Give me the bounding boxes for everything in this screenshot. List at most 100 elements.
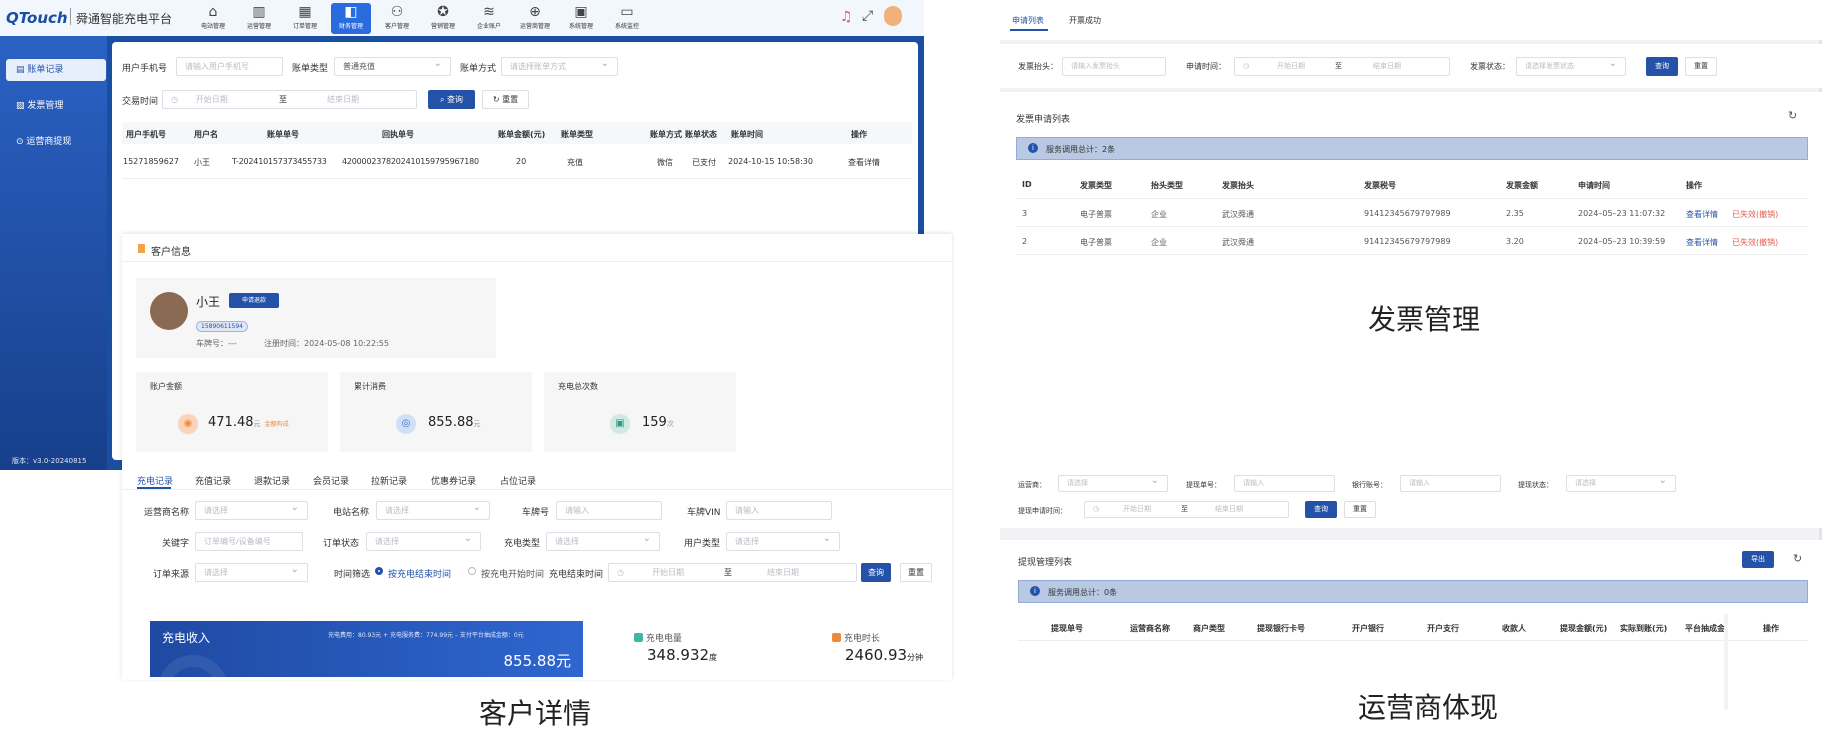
date-range-input[interactable]: ◷ 开始日期至结束日期	[162, 90, 417, 109]
col-time: 账单时间	[731, 130, 763, 139]
col-invoice-type: 发票类型	[1080, 181, 1112, 190]
nav-operator[interactable]: ⊕ 运营商管理	[515, 3, 555, 34]
brand-logo: QTouch	[6, 9, 68, 27]
register-time: 注册时间：2024-05-08 10:22:55	[264, 339, 389, 348]
calendar-icon: ◷	[1093, 505, 1100, 513]
radio-start-time[interactable]	[468, 567, 476, 575]
fullscreen-icon[interactable]: ⤢	[862, 8, 873, 24]
nav-system[interactable]: ▣ 系统管理	[561, 3, 601, 34]
amount-breakdown-link[interactable]: 金额构成	[265, 421, 289, 428]
search-button[interactable]: 查询	[1305, 501, 1337, 518]
order-source-select[interactable]: 请选择	[195, 563, 308, 582]
operator-select[interactable]: 请选择	[195, 501, 308, 520]
withdraw-time-range[interactable]: ◷ 开始日期至结束日期	[1084, 501, 1289, 518]
info-flag-icon	[138, 244, 145, 253]
reset-button[interactable]: 重置	[1685, 57, 1717, 76]
tab-coupon-records[interactable]: 优惠券记录	[431, 474, 476, 487]
nav-marketing[interactable]: ✪ 营销管理	[423, 3, 463, 34]
charge-type-select[interactable]: 请选择	[546, 532, 660, 551]
col-merchant-type: 商户类型	[1193, 624, 1225, 633]
operator-select[interactable]: 请选择	[1058, 475, 1168, 492]
scrollbar[interactable]	[1724, 614, 1728, 710]
order-status-label: 订单状态	[323, 539, 360, 549]
export-button[interactable]: 导出	[1742, 551, 1774, 568]
energy-value: 348.932度	[647, 646, 718, 664]
income-title: 充电收入	[162, 631, 211, 645]
sidebar-item-invoice[interactable]: ▧ 发票管理	[6, 95, 106, 117]
nav-operation[interactable]: ▥ 运营管理	[239, 3, 279, 34]
vin-input[interactable]: 请输入	[726, 501, 832, 520]
invoice-tabs: 申请列表 开票成功	[1000, 6, 1822, 40]
apply-time-range[interactable]: ◷ 开始日期至结束日期	[1234, 57, 1450, 76]
avatar[interactable]	[884, 6, 902, 26]
order-status-select[interactable]: 请选择	[366, 532, 481, 551]
view-detail-link[interactable]: 查看详情	[1686, 209, 1718, 220]
bell-icon[interactable]: ♫	[840, 9, 853, 25]
col-type: 账单类型	[561, 130, 593, 139]
nav-customer[interactable]: ⚇ 客户管理	[377, 3, 417, 34]
customer-name: 小王	[196, 295, 221, 309]
bank-account-input[interactable]: 请输入	[1400, 475, 1501, 492]
sidebar-item-withdraw[interactable]: ⊙ 运营商提现	[6, 131, 106, 153]
bill-type-select[interactable]: 普通充值	[334, 57, 451, 76]
end-time-range[interactable]: ◷ 开始日期至结束日期	[608, 563, 857, 582]
nav-station[interactable]: ⌂ 电站管理	[193, 3, 233, 34]
nav-finance[interactable]: ◧ 财务管理	[331, 3, 371, 34]
search-button[interactable]: 查询	[861, 563, 891, 582]
apply-refund-button[interactable]: 申请退款	[229, 293, 279, 308]
view-detail-link[interactable]: 查看详情	[848, 157, 880, 168]
keyword-input[interactable]: 订单编号/设备编号	[195, 532, 303, 551]
search-button[interactable]: ⌕ 查询	[428, 90, 475, 109]
tab-invoiced[interactable]: 开票成功	[1069, 15, 1101, 26]
station-select[interactable]: 请选择	[376, 501, 490, 520]
summary-bar: i 服务调用总计：2条	[1016, 137, 1808, 160]
reset-button[interactable]: 重置	[900, 563, 932, 582]
invoice-status-select[interactable]: 请选择发票状态	[1516, 57, 1626, 76]
withdraw-status-select[interactable]: 请选择	[1566, 475, 1676, 492]
plate-label: 车牌号	[522, 508, 550, 518]
stat-card-balance: 账户金额 ◉ 471.48元 金额构成	[136, 372, 328, 452]
charger-icon: ▣	[610, 414, 630, 434]
refresh-icon[interactable]: ↻	[1793, 552, 1802, 565]
tab-refund-records[interactable]: 退款记录	[254, 474, 290, 487]
tab-apply-list[interactable]: 申请列表	[1012, 15, 1044, 26]
plate-text: 车牌号：---	[196, 339, 237, 348]
withdraw-list-panel: 提现管理列表 导出 ↻ i 服务调用总计：0条 提现单号 运营商名称 商户类型 …	[1000, 540, 1822, 710]
tab-member-records[interactable]: 会员记录	[313, 474, 349, 487]
phone-input[interactable]: 请输入用户手机号	[176, 57, 283, 76]
reset-button[interactable]: ↻ 重置	[482, 90, 529, 109]
col-head-type: 抬头类型	[1151, 181, 1183, 190]
refresh-icon: ↻	[492, 95, 500, 104]
invoice-head-input[interactable]: 请输入发票抬头	[1062, 57, 1166, 76]
nav-enterprise[interactable]: ≋ 企业账户	[469, 3, 509, 34]
user-type-select[interactable]: 请选择	[726, 532, 840, 551]
calendar-icon: ◷	[1243, 62, 1250, 70]
tab-topup-records[interactable]: 充值记录	[195, 474, 231, 487]
invoice-list-panel: 发票申请列表 ↻ i 服务调用总计：2条 ID 发票类型 抬头类型 发票抬头 发…	[1000, 92, 1822, 414]
plate-input[interactable]: 请输入	[556, 501, 662, 520]
col-bill-no: 账单单号	[267, 130, 299, 139]
order-source-label: 订单来源	[153, 570, 190, 580]
income-watermark-icon	[158, 655, 228, 677]
col-amount: 发票金额	[1506, 181, 1538, 190]
radio-end-time[interactable]	[375, 567, 383, 575]
nav-order[interactable]: ▦ 订单管理	[285, 3, 325, 34]
sidebar-item-billing[interactable]: ▤ 账单记录	[6, 59, 106, 81]
reset-button[interactable]: 重置	[1344, 501, 1376, 518]
nav-monitor[interactable]: ▭ 系统监控	[607, 3, 647, 34]
invoice-window: 申请列表 开票成功 发票抬头： 请输入发票抬头 申请时间： ◷ 开始日期至结束日期…	[1000, 6, 1822, 414]
order-icon: ▦	[298, 4, 312, 20]
tab-occupancy-records[interactable]: 占位记录	[500, 474, 536, 487]
col-method: 账单方式	[650, 130, 682, 139]
tab-referral-records[interactable]: 拉新记录	[371, 474, 407, 487]
wallet-icon: ◉	[178, 414, 198, 434]
col-action: 操作	[851, 130, 867, 139]
search-button[interactable]: 查询	[1646, 57, 1678, 76]
col-phone: 用户手机号	[126, 130, 166, 139]
view-detail-link[interactable]: 查看详情	[1686, 237, 1718, 248]
withdraw-no-input[interactable]: 请输入	[1234, 475, 1335, 492]
col-username: 用户名	[194, 130, 218, 139]
refresh-icon[interactable]: ↻	[1788, 109, 1797, 122]
bill-method-select[interactable]: 请选择账单方式	[501, 57, 618, 76]
tab-charge-records[interactable]: 充电记录	[137, 474, 173, 487]
